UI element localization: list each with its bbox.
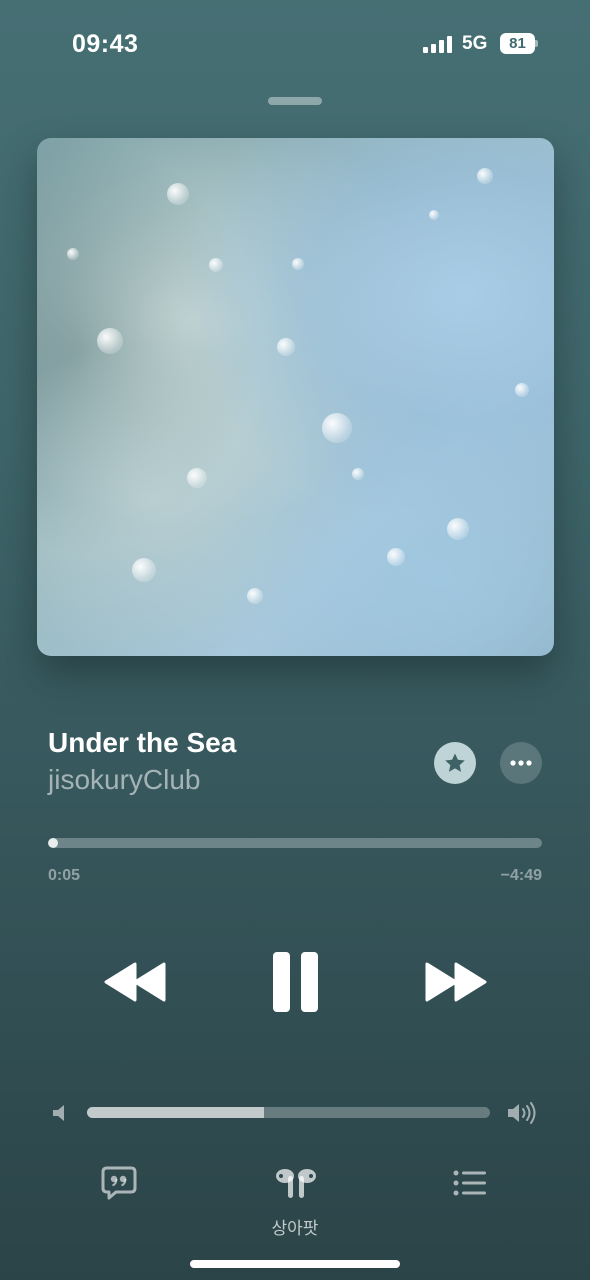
album-artwork [37,138,554,656]
lyrics-button[interactable] [100,1165,138,1201]
network-type: 5G [462,33,488,54]
battery-level: 81 [500,33,535,54]
battery-icon: 81 [500,33,538,54]
rewind-button[interactable] [102,958,168,1006]
sheet-grabber[interactable] [268,97,322,105]
device-label: 상아팟 [271,1219,319,1238]
progress-fill [48,838,58,848]
airpods-icon [276,1169,316,1198]
status-time: 09:43 [72,30,139,58]
pause-icon [273,952,318,1012]
song-title[interactable]: Under the Sea [48,727,236,759]
elapsed-time: 0:05 [48,867,81,884]
pause-button[interactable] [268,950,324,1014]
speaker-high-icon [508,1102,536,1124]
remaining-time: −4:49 [500,867,542,884]
volume-slider[interactable] [87,1107,490,1118]
airplay-device-button[interactable] [273,1166,319,1202]
favorite-button[interactable] [434,742,476,784]
lyrics-quote-icon [101,1166,137,1200]
speaker-low-icon [53,1105,64,1121]
star-icon [445,753,465,772]
queue-button[interactable] [452,1168,488,1198]
backward-icon [104,962,166,1002]
progress-slider[interactable] [48,838,542,848]
cellular-signal-icon [423,35,453,53]
more-options-button[interactable] [500,742,542,784]
forward-button[interactable] [423,958,489,1006]
song-artist[interactable]: jisokuryClub [48,764,201,796]
volume-fill [87,1107,265,1118]
ellipsis-icon [510,760,532,766]
home-indicator[interactable] [190,1260,400,1268]
forward-icon [425,962,487,1002]
list-icon [453,1170,486,1196]
status-bar: 09:43 5G 81 [0,0,590,90]
